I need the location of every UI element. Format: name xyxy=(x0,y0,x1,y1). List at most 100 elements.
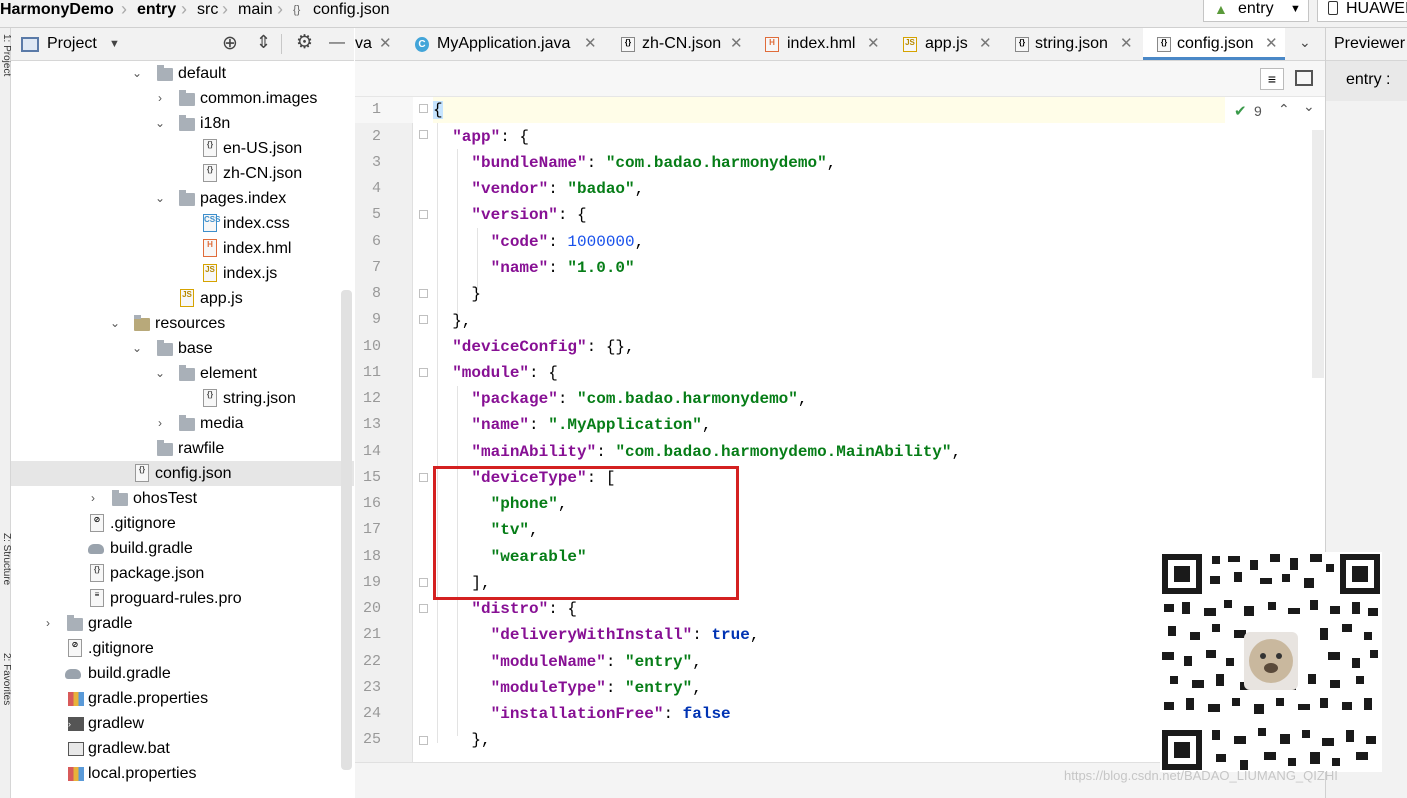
chevron-up-icon[interactable]: ⌃ xyxy=(1278,101,1290,118)
tree-item[interactable]: ⌄ base xyxy=(11,336,354,361)
run-config-dropdown[interactable]: ▲ entry ▼ xyxy=(1203,0,1309,22)
breadcrumb-src[interactable]: src xyxy=(197,0,218,22)
fold-marker[interactable] xyxy=(419,368,428,377)
tree-item-selected[interactable]: {} config.json xyxy=(11,461,354,486)
chevron-right-icon[interactable]: › xyxy=(87,486,99,511)
chevron-down-icon[interactable]: ⌄ xyxy=(109,311,121,336)
close-icon[interactable]: ✕ xyxy=(730,28,743,60)
tree-item-label: common.images xyxy=(200,90,318,107)
tree-item[interactable]: build.gradle xyxy=(11,661,354,686)
tree-item[interactable]: rawfile xyxy=(11,436,354,461)
code-line-9: }, xyxy=(433,312,472,330)
close-icon[interactable]: ✕ xyxy=(1120,28,1133,60)
tree-item[interactable]: gradlew.bat xyxy=(11,736,354,761)
chevron-down-icon[interactable]: ⌄ xyxy=(131,336,143,361)
tree-item[interactable]: › gradle xyxy=(11,611,354,636)
tree-item[interactable]: › gradlew xyxy=(11,711,354,736)
tree-item[interactable]: ⊘ .gitignore xyxy=(11,511,354,536)
tree-item[interactable]: build.gradle xyxy=(11,536,354,561)
hide-panel-icon[interactable]: — xyxy=(329,34,345,52)
fold-marker[interactable] xyxy=(419,315,428,324)
close-icon[interactable]: ✕ xyxy=(584,28,597,60)
locate-icon[interactable]: ⊕ xyxy=(222,32,238,55)
line-number: 18 xyxy=(362,548,381,565)
tree-scrollbar[interactable] xyxy=(341,290,352,770)
chevron-down-icon[interactable]: ⌄ xyxy=(1303,98,1315,115)
chevron-right-icon[interactable]: › xyxy=(154,411,166,436)
tree-item[interactable]: {} string.json xyxy=(11,386,354,411)
tree-item[interactable]: › ohosTest xyxy=(11,486,354,511)
breadcrumb-project[interactable]: HarmonyDemo xyxy=(0,0,114,22)
tree-item[interactable]: › common.images xyxy=(11,86,354,111)
tab-index-hml[interactable]: H index.hml ✕ xyxy=(751,28,889,60)
tree-item[interactable]: ≡ proguard-rules.pro xyxy=(11,586,354,611)
chevron-down-icon[interactable]: ⌄ xyxy=(131,61,143,86)
tab-myapplication[interactable]: C MyApplication.java ✕ xyxy=(407,28,607,60)
tree-item-label: media xyxy=(200,415,244,432)
previewer-title[interactable]: Previewer xyxy=(1334,35,1405,53)
breadcrumb-module[interactable]: entry xyxy=(137,0,176,22)
tree-item[interactable]: ⊘ .gitignore xyxy=(11,636,354,661)
tree-item[interactable]: {} package.json xyxy=(11,561,354,586)
close-icon[interactable]: ✕ xyxy=(379,28,392,60)
tree-item-label: local.properties xyxy=(88,765,197,782)
image-view-icon[interactable] xyxy=(1295,70,1313,86)
tree-item[interactable]: ⌄ resources xyxy=(11,311,354,336)
chevron-down-icon[interactable]: ⌄ xyxy=(154,361,166,386)
project-panel-title[interactable]: Project xyxy=(47,35,97,53)
tab-java-partial[interactable]: va ✕ xyxy=(355,28,407,60)
folder-icon xyxy=(157,440,173,456)
tree-item[interactable]: JS index.js xyxy=(11,261,354,286)
tree-item[interactable]: ⌄ i18n xyxy=(11,111,354,136)
tree-item[interactable]: › media xyxy=(11,411,354,436)
close-icon[interactable]: ✕ xyxy=(1265,28,1278,60)
tree-item[interactable]: ⌄ element xyxy=(11,361,354,386)
tree-item-label: en-US.json xyxy=(223,140,303,157)
tree-item[interactable]: JS app.js xyxy=(11,286,354,311)
fold-marker[interactable] xyxy=(419,289,428,298)
tree-item[interactable]: ⌄ pages.index xyxy=(11,186,354,211)
chevron-down-icon[interactable]: ⌄ xyxy=(154,186,166,211)
fold-marker[interactable] xyxy=(419,578,428,587)
tree-item[interactable]: Hindex.hml xyxy=(11,236,354,261)
json-file-icon: {} xyxy=(135,464,149,482)
tree-item[interactable]: {} en-US.json xyxy=(11,136,354,161)
fold-marker[interactable] xyxy=(419,604,428,613)
line-number: 3 xyxy=(371,154,381,171)
tree-item-label: index.hml xyxy=(223,240,292,257)
chevron-down-icon[interactable]: ⌄ xyxy=(154,111,166,136)
collapse-all-icon[interactable]: ⇕ xyxy=(256,32,271,53)
tree-item-label: resources xyxy=(155,315,226,332)
fold-marker[interactable] xyxy=(419,130,428,139)
chevron-right-icon[interactable]: › xyxy=(42,611,54,636)
tree-item[interactable]: {} zh-CN.json xyxy=(11,161,354,186)
tree-item[interactable]: gradle.properties xyxy=(11,686,354,711)
tab-config-json[interactable]: {} config.json ✕ xyxy=(1143,28,1285,60)
tree-item[interactable]: local.properties xyxy=(11,761,354,786)
tree-item[interactable]: CSS index.css xyxy=(11,211,354,236)
fold-marker[interactable] xyxy=(419,736,428,745)
chevron-down-icon[interactable]: ▼ xyxy=(109,38,120,50)
close-icon[interactable]: ✕ xyxy=(867,28,880,60)
breadcrumb-main[interactable]: main xyxy=(238,0,273,22)
device-dropdown[interactable]: HUAWEI xyxy=(1317,0,1407,22)
inspection-widget[interactable]: ✔ 9 ⌃ ⌄ xyxy=(1228,98,1324,124)
tree-item[interactable]: ⌄ default xyxy=(11,61,354,86)
code-line-6: "code": 1000000, xyxy=(490,233,645,251)
editor-scrollbar[interactable] xyxy=(1312,130,1324,378)
code-view-icon[interactable]: ≡ xyxy=(1260,68,1284,90)
tab-zh-cn-json[interactable]: {} zh-CN.json ✕ xyxy=(607,28,751,60)
fold-marker[interactable] xyxy=(419,104,428,113)
tab-string-json[interactable]: {} string.json ✕ xyxy=(1003,28,1143,60)
tree-item-label: .gitignore xyxy=(110,515,176,532)
fold-marker[interactable] xyxy=(419,210,428,219)
fold-marker[interactable] xyxy=(419,473,428,482)
breadcrumb-file[interactable]: config.json xyxy=(313,0,390,22)
device-label: HUAWEI xyxy=(1346,0,1407,17)
chevron-right-icon[interactable]: › xyxy=(154,86,166,111)
line-number: 9 xyxy=(371,311,381,328)
tab-app-js[interactable]: JS app.js ✕ xyxy=(889,28,1003,60)
close-icon[interactable]: ✕ xyxy=(979,28,992,60)
chevron-down-icon[interactable]: ⌄ xyxy=(1299,34,1311,51)
gear-icon[interactable]: ⚙ xyxy=(296,31,313,54)
